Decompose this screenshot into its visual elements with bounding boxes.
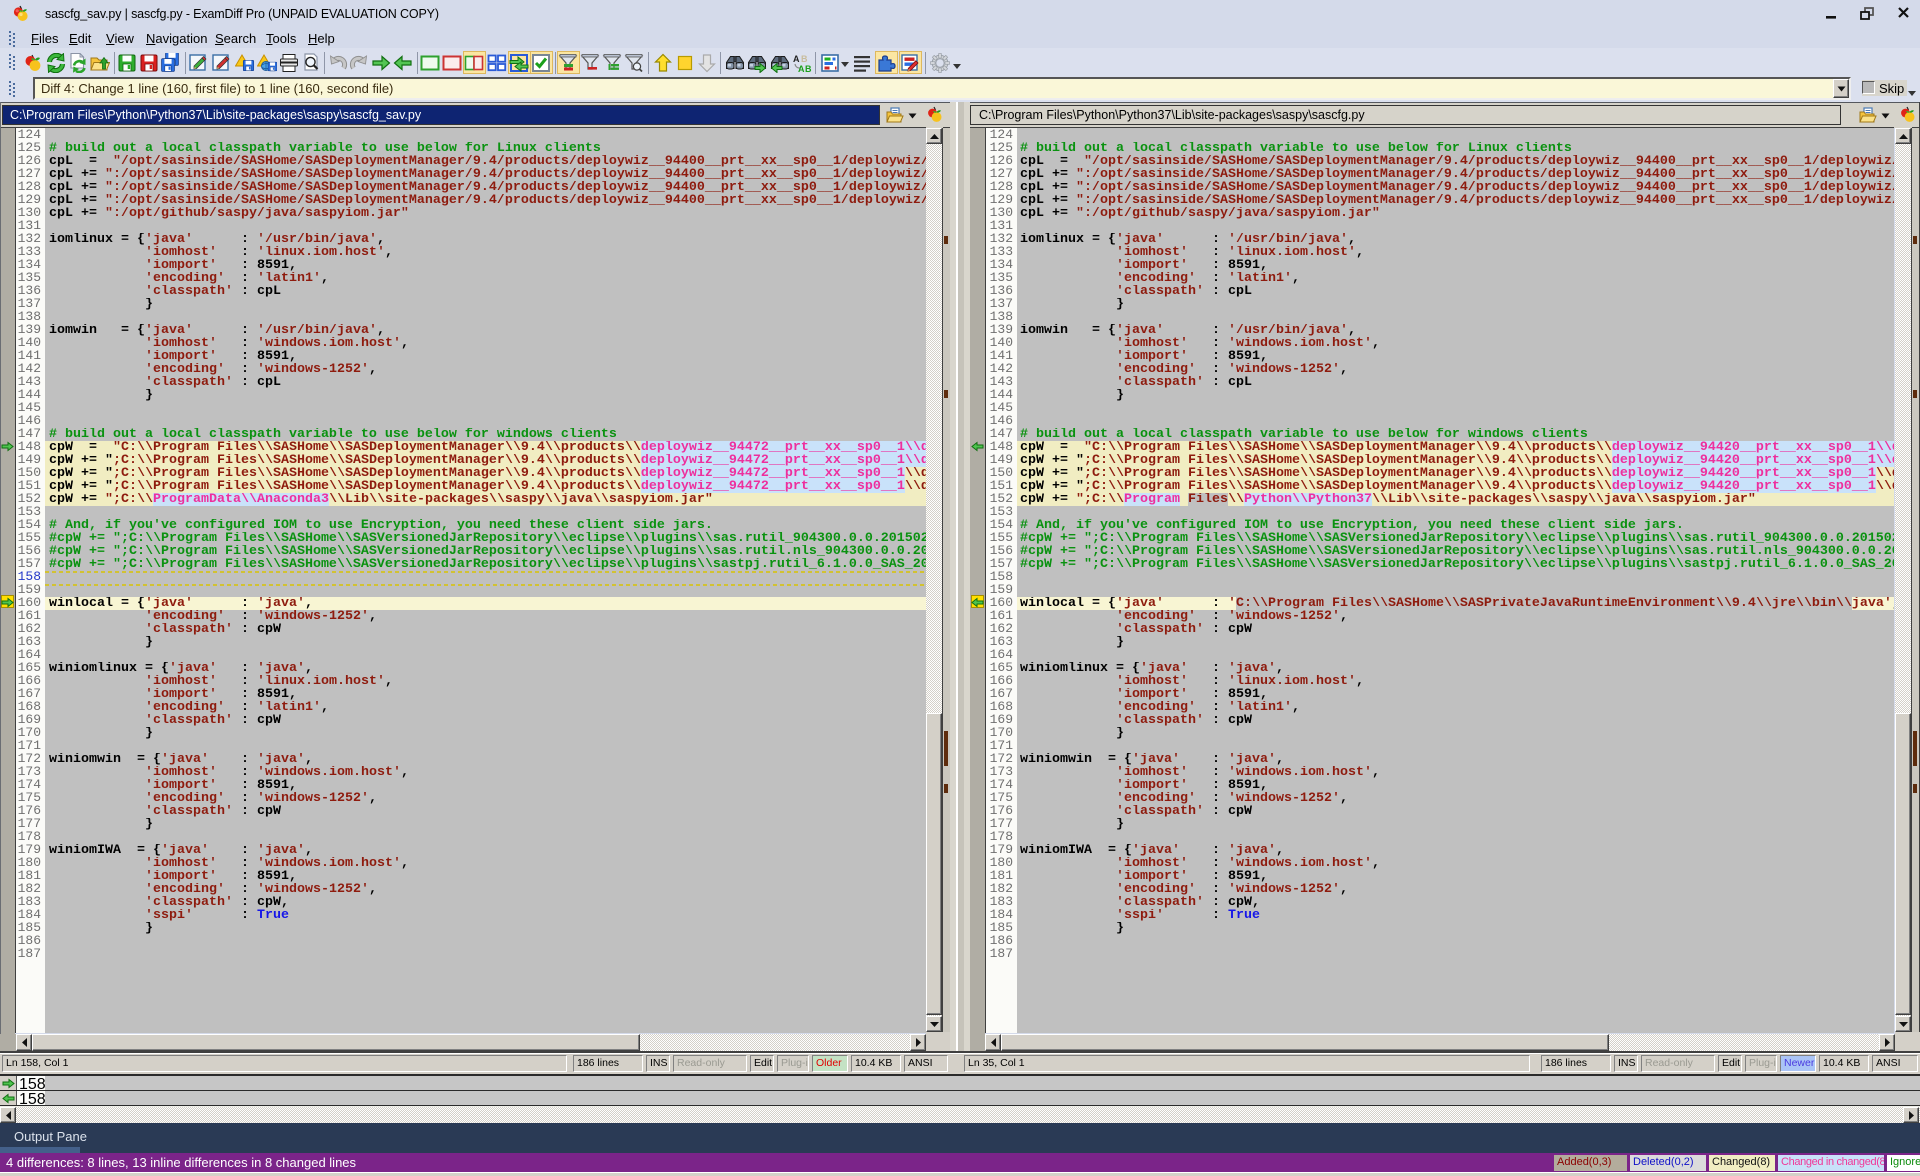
svg-text:A: A bbox=[793, 54, 800, 64]
svg-text:B: B bbox=[801, 54, 808, 64]
svg-text:B: B bbox=[805, 64, 812, 73]
svg-text:A: A bbox=[798, 64, 805, 73]
